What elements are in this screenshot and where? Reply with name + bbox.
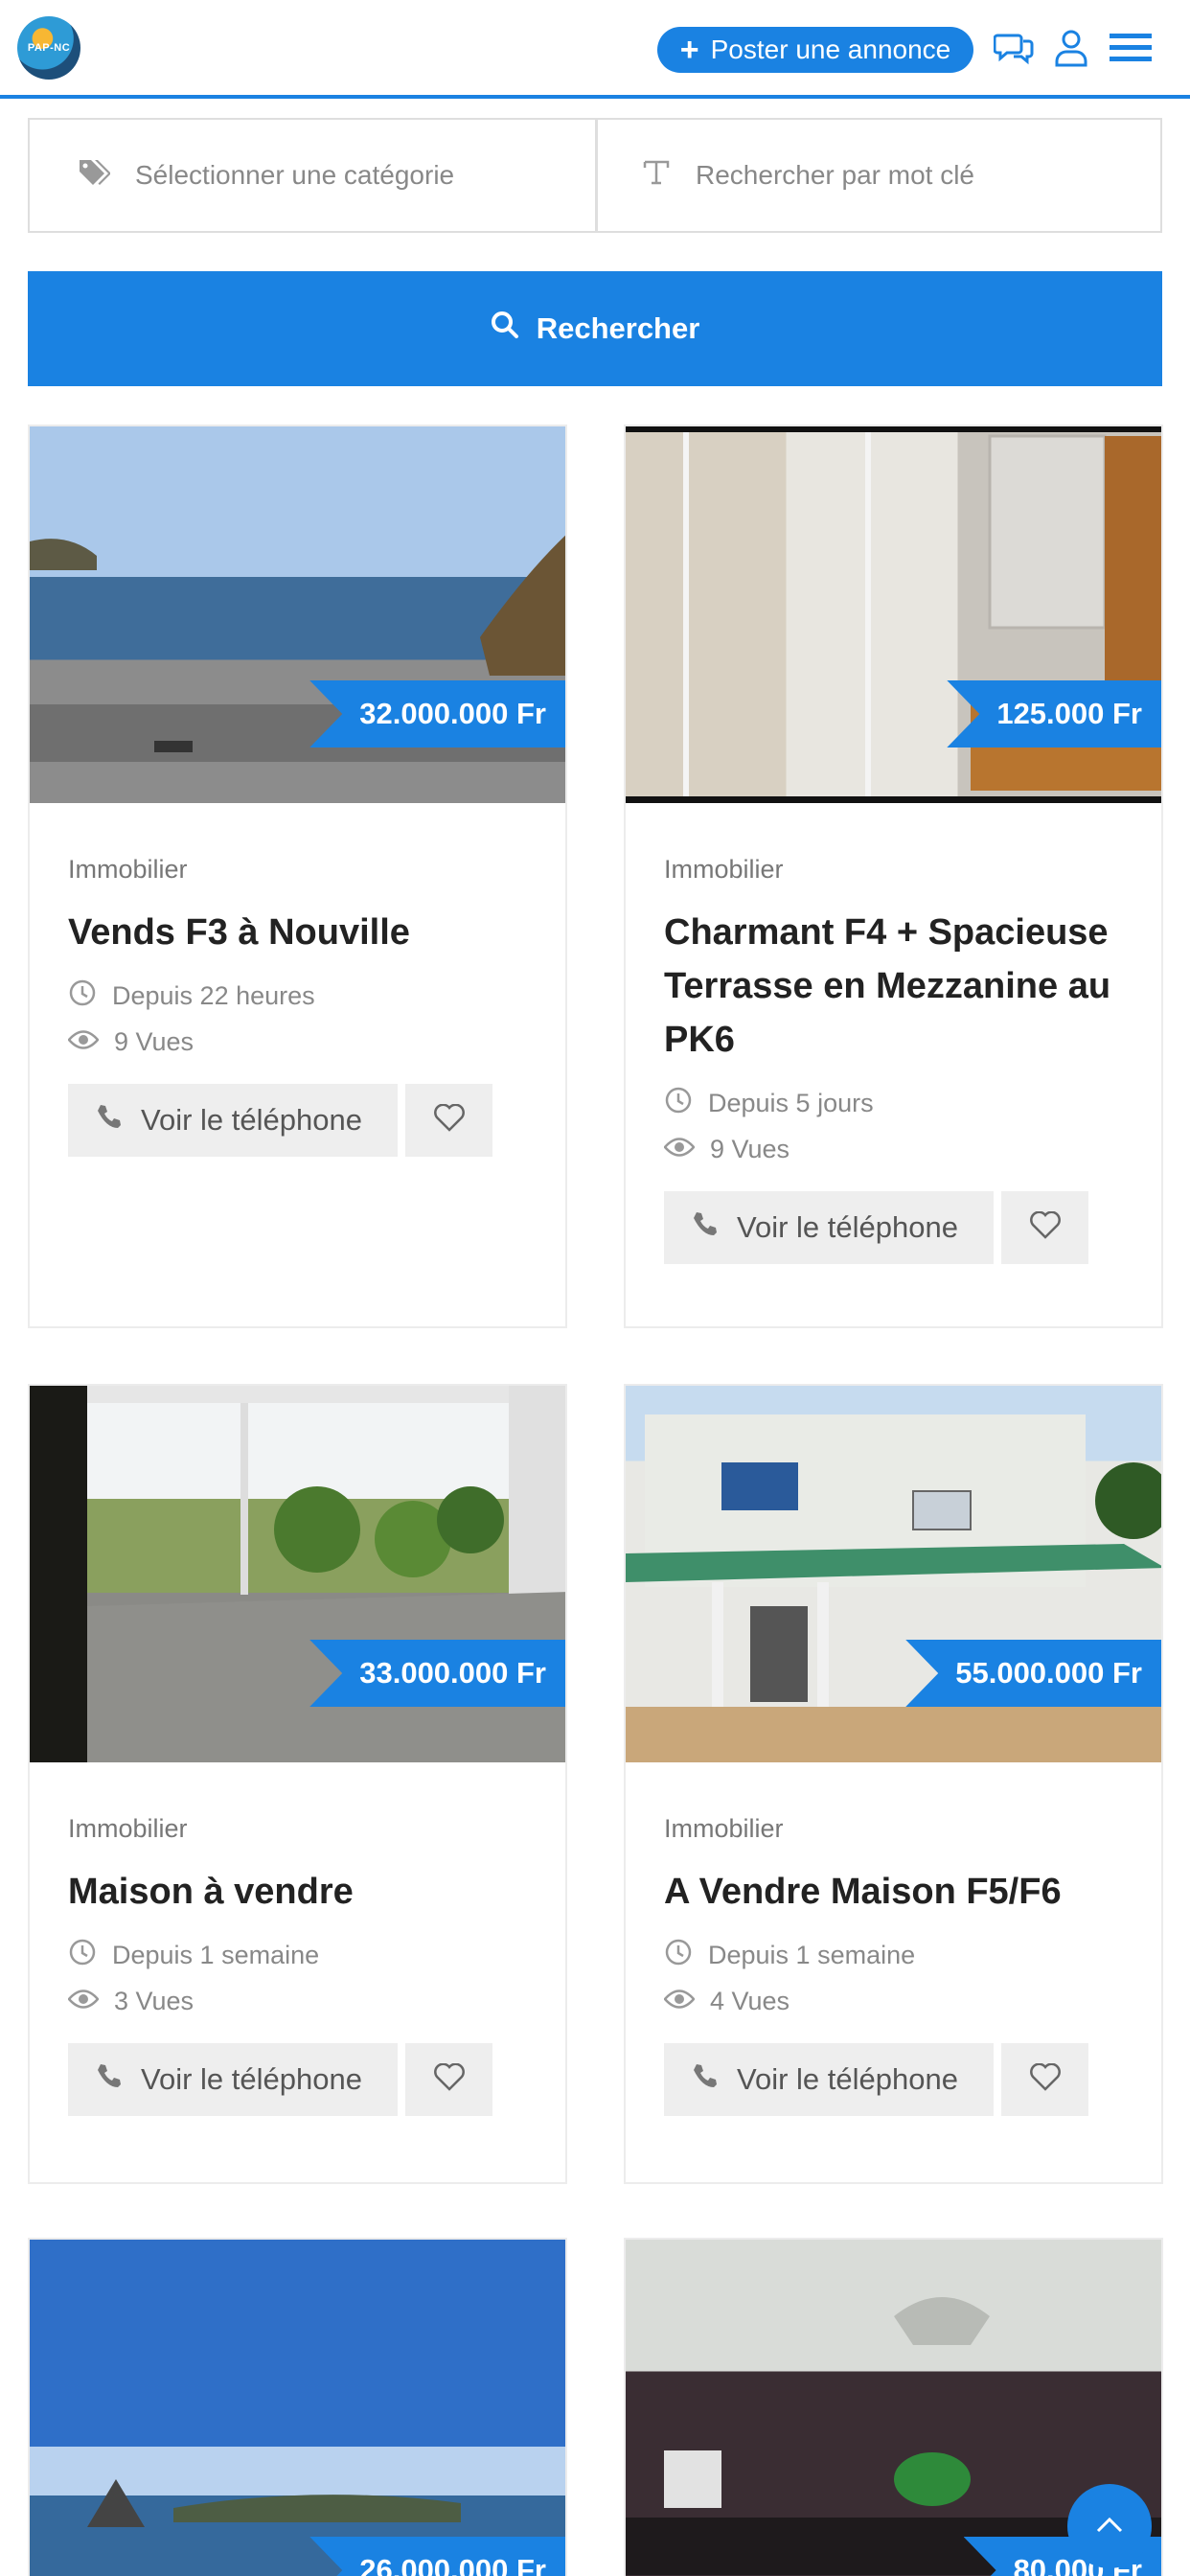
show-phone-button[interactable]: Voir le téléphone [664, 1191, 994, 1264]
listing-category[interactable]: Immobilier [68, 855, 527, 885]
search-button-label: Rechercher [536, 311, 700, 345]
post-ad-button[interactable]: + Poster une annonce [657, 27, 973, 73]
heart-icon [433, 1103, 466, 1138]
clock-icon [68, 978, 97, 1014]
show-phone-button[interactable]: Voir le téléphone [68, 1084, 398, 1157]
heart-icon [433, 2062, 466, 2097]
heart-icon [1029, 2062, 1062, 2097]
search-icon [491, 310, 519, 347]
listing-card[interactable]: 125.000 Fr Immobilier Charmant F4 + Spac… [624, 425, 1163, 1328]
category-select[interactable]: Sélectionner une catégorie [28, 118, 597, 233]
price-tag: 55.000.000 Fr [905, 1640, 1161, 1707]
category-placeholder: Sélectionner une catégorie [135, 160, 455, 190]
menu-icon[interactable] [1108, 25, 1154, 71]
listing-card[interactable]: 33.000.000 Fr Immobilier Maison à vendre… [28, 1384, 567, 2184]
show-phone-button[interactable]: Voir le téléphone [664, 2043, 994, 2116]
phone-icon [691, 2062, 718, 2097]
favorite-button[interactable] [405, 1084, 492, 1157]
search-button[interactable]: Rechercher [28, 271, 1162, 386]
clock-icon [664, 1938, 693, 1973]
listing-category[interactable]: Immobilier [664, 1814, 1123, 1844]
listing-category[interactable]: Immobilier [664, 855, 1123, 885]
listing-category[interactable]: Immobilier [68, 1814, 527, 1844]
eye-icon [663, 1135, 696, 1164]
listing-title[interactable]: Vends F3 à Nouville [68, 906, 527, 959]
view-count-text: 3 Vues [114, 1987, 195, 2015]
logo-text: PAP-NC [27, 42, 71, 54]
clock-icon [68, 1938, 97, 1973]
tags-icon [78, 158, 111, 194]
user-icon[interactable] [1048, 25, 1094, 71]
show-phone-label: Voir le téléphone [737, 1210, 958, 1244]
posted-time: Depuis 22 heures [68, 978, 527, 1014]
listing-photo[interactable]: 33.000.000 Fr [30, 1386, 565, 1762]
view-count: 9 Vues [67, 1027, 527, 1057]
posted-time-text: Depuis 1 semaine [112, 1941, 320, 1969]
price-tag: 32.000.000 Fr [309, 680, 565, 748]
listing-photo[interactable]: 55.000.000 Fr [626, 1386, 1161, 1762]
posted-time: Depuis 5 jours [664, 1086, 1123, 1121]
view-count-text: 9 Vues [710, 1135, 790, 1163]
eye-icon [67, 1987, 100, 2016]
show-phone-label: Voir le téléphone [141, 1103, 362, 1137]
eye-icon [67, 1027, 100, 1057]
favorite-button[interactable] [405, 2043, 492, 2116]
price-tag: 26.000.000 Fr [309, 2537, 565, 2576]
keyword-placeholder: Rechercher par mot clé [696, 160, 975, 190]
eye-icon [663, 1987, 696, 2016]
view-count: 3 Vues [67, 1987, 527, 2016]
posted-time: Depuis 1 semaine [664, 1938, 1123, 1973]
phone-icon [95, 2062, 122, 2097]
chevron-up-icon [1095, 2515, 1124, 2539]
scroll-to-top-button[interactable] [1067, 2484, 1152, 2568]
view-count-text: 9 Vues [114, 1027, 195, 1056]
phone-icon [691, 1210, 718, 1245]
listing-photo[interactable]: 26.000.000 Fr [30, 2240, 565, 2576]
listing-card[interactable]: 55.000.000 Fr Immobilier A Vendre Maison… [624, 1384, 1163, 2184]
listing-card[interactable]: 26.000.000 Fr [28, 2238, 567, 2576]
posted-time-text: Depuis 22 heures [112, 981, 315, 1010]
chat-icon[interactable] [991, 25, 1037, 71]
listing-photo[interactable]: 32.000.000 Fr [30, 426, 565, 803]
listing-title[interactable]: Charmant F4 + Spacieuse Terrasse en Mezz… [664, 906, 1123, 1067]
price-tag: 33.000.000 Fr [309, 1640, 565, 1707]
show-phone-label: Voir le téléphone [141, 2062, 362, 2096]
post-ad-label: Poster une annonce [710, 34, 951, 64]
posted-time-text: Depuis 1 semaine [708, 1941, 916, 1969]
listing-title[interactable]: Maison à vendre [68, 1865, 527, 1919]
posted-time-text: Depuis 5 jours [708, 1089, 874, 1117]
show-phone-label: Voir le téléphone [737, 2062, 958, 2096]
view-count: 4 Vues [663, 1987, 1123, 2016]
view-count: 9 Vues [663, 1135, 1123, 1164]
site-logo[interactable]: PAP-NC [17, 16, 80, 80]
heart-icon [1029, 1210, 1062, 1245]
posted-time: Depuis 1 semaine [68, 1938, 527, 1973]
top-header: PAP-NC + Poster une annonce [0, 0, 1190, 99]
listing-photo[interactable]: 125.000 Fr [626, 426, 1161, 803]
clock-icon [664, 1086, 693, 1121]
view-count-text: 4 Vues [710, 1987, 790, 2015]
keyword-search-input[interactable]: Rechercher par mot clé [596, 118, 1162, 233]
text-icon [642, 158, 671, 194]
favorite-button[interactable] [1001, 1191, 1088, 1264]
phone-icon [95, 1103, 122, 1138]
show-phone-button[interactable]: Voir le téléphone [68, 2043, 398, 2116]
listing-card[interactable]: 32.000.000 Fr Immobilier Vends F3 à Nouv… [28, 425, 567, 1328]
favorite-button[interactable] [1001, 2043, 1088, 2116]
plus-icon: + [679, 32, 699, 68]
listing-title[interactable]: A Vendre Maison F5/F6 [664, 1865, 1123, 1919]
